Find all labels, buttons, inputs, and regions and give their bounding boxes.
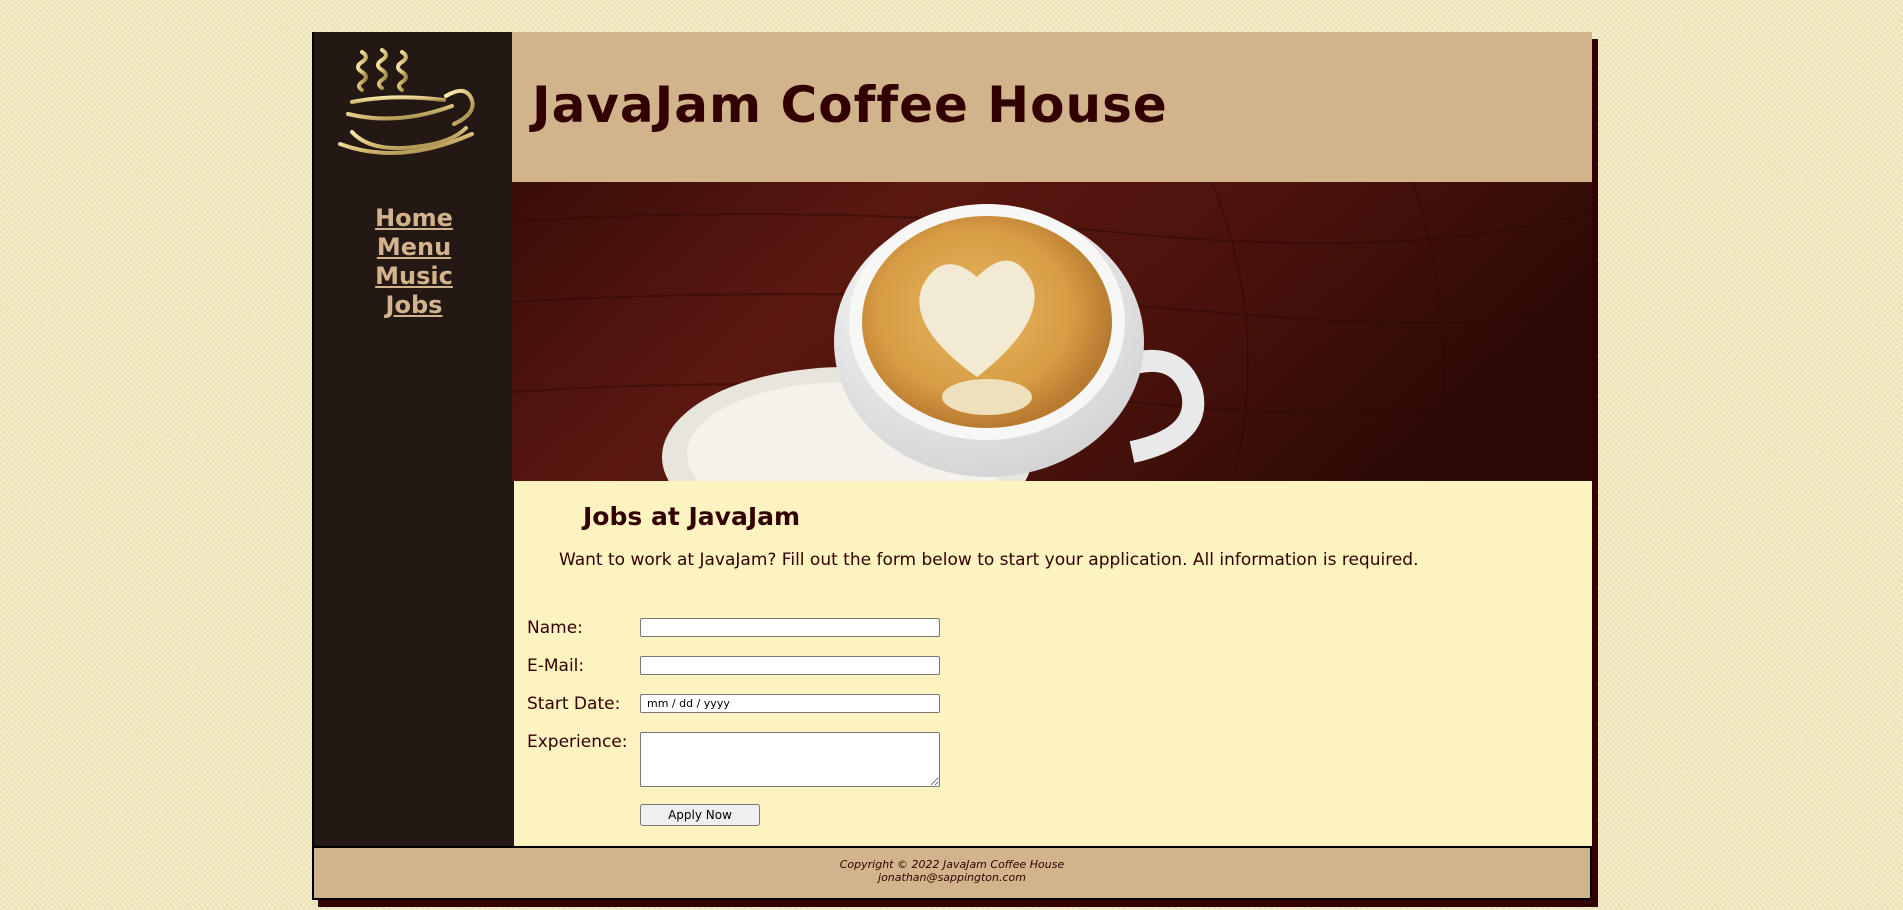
site-header: JavaJam Coffee House [512,32,1592,182]
name-input[interactable] [640,618,940,637]
hero-latte-image [512,182,1592,481]
email-input[interactable] [640,656,940,675]
name-label: Name: [527,618,583,638]
main-nav: Home Menu Music Jobs [314,204,514,320]
site-footer: Copyright © 2022 JavaJam Coffee House jo… [312,846,1592,900]
nav-item-music[interactable]: Music [314,262,514,291]
footer-email: jonathan@sappington.com [878,871,1026,884]
footer-copyright: Copyright © 2022 JavaJam Coffee House [839,858,1065,871]
email-label: E-Mail: [527,656,585,676]
apply-now-button[interactable]: Apply Now [640,804,760,826]
experience-textarea[interactable] [640,732,940,787]
nav-item-jobs[interactable]: Jobs [314,291,514,320]
coffee-cup-logo [334,44,484,169]
intro-text: Want to work at JavaJam? Fill out the fo… [559,550,1419,570]
nav-item-home[interactable]: Home [314,204,514,233]
site-title: JavaJam Coffee House [532,76,1168,134]
start-date-label: Start Date: [527,694,621,714]
sidebar: Home Menu Music Jobs [312,32,514,846]
page-wrapper: Home Menu Music Jobs JavaJam Coffee Hous… [312,32,1592,900]
page-heading: Jobs at JavaJam [583,502,801,531]
nav-item-menu[interactable]: Menu [314,233,514,262]
main-content: Jobs at JavaJam Want to work at JavaJam?… [512,481,1592,846]
start-date-input[interactable]: mm / dd / yyyy [640,694,940,713]
experience-label: Experience: [527,732,628,752]
